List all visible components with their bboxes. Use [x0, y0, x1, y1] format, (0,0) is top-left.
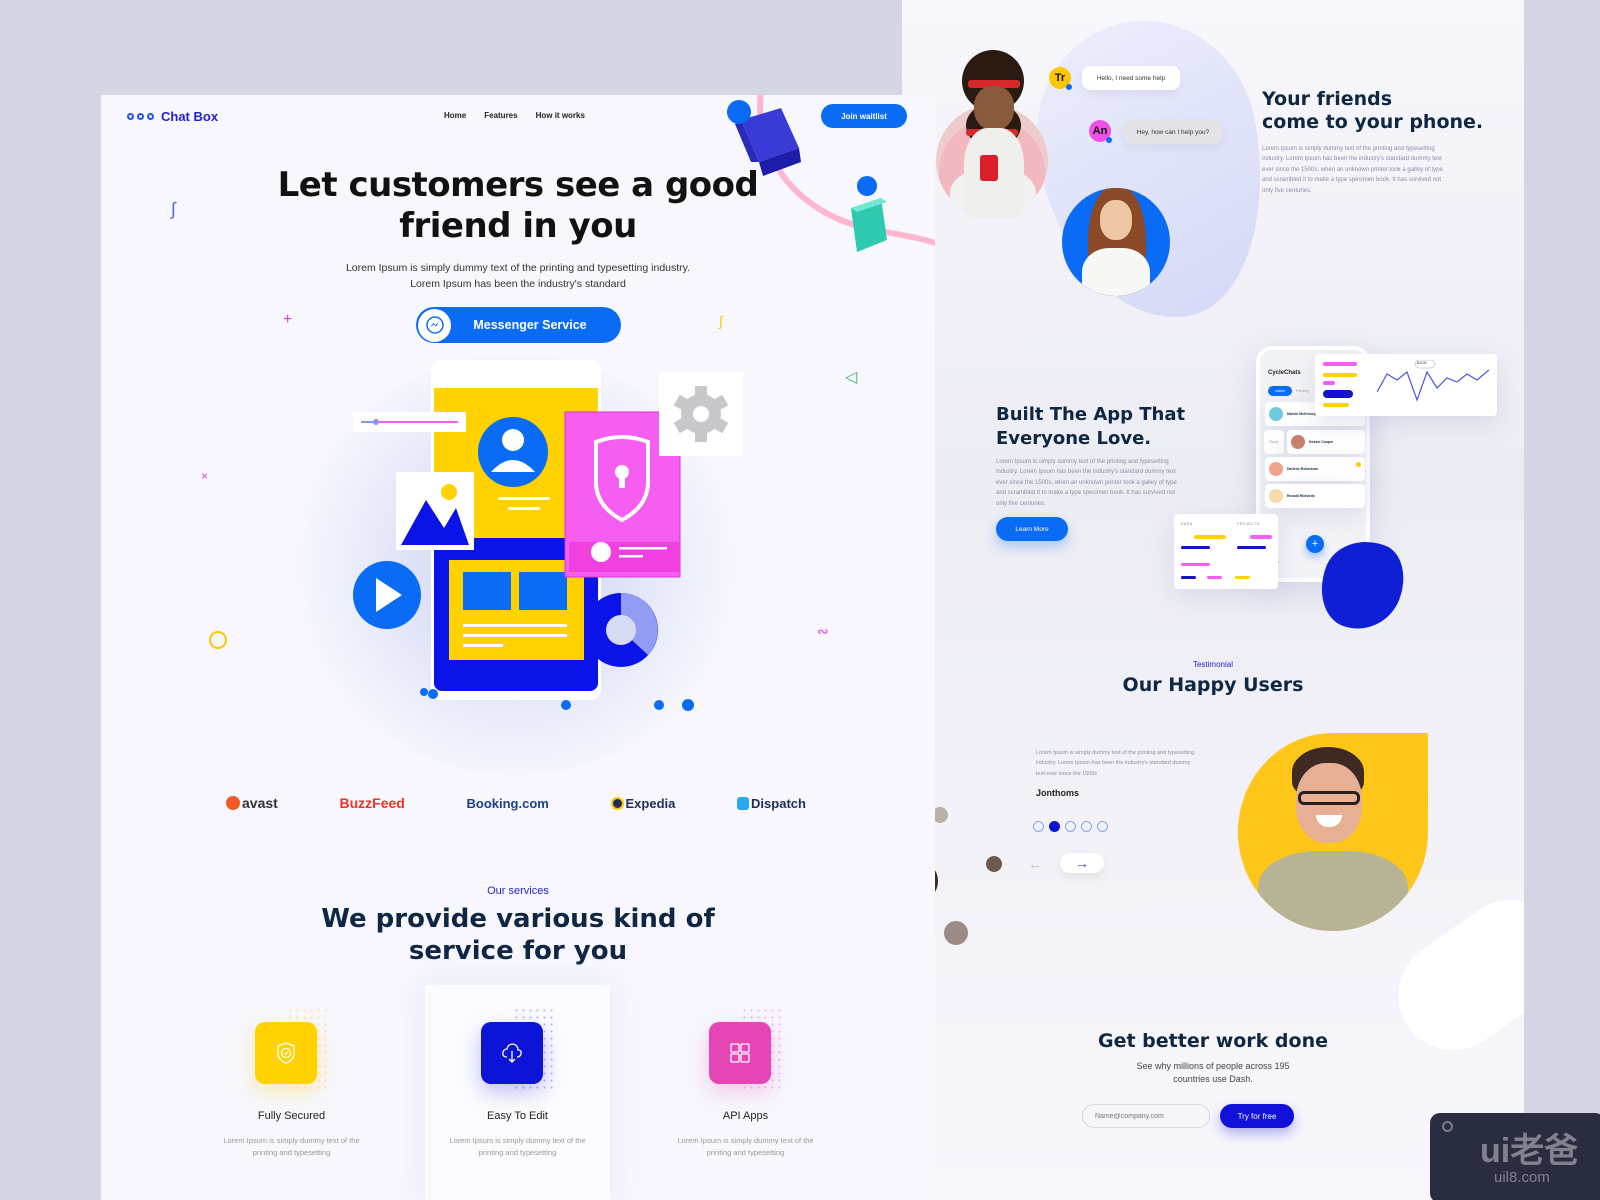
learn-more-button[interactable]: Learn More — [996, 517, 1068, 541]
right-page-preview: Tr Hello, I need some help An Hey, how c… — [902, 0, 1524, 1200]
logo-dot-icon — [137, 113, 144, 120]
add-chat-button[interactable]: + — [1306, 535, 1324, 553]
services-kicker: Our services — [487, 885, 549, 897]
doodle-plus: + — [283, 311, 293, 328]
contact-row[interactable]: Ronald Richards — [1265, 484, 1365, 508]
watermark-badge: ui老爸 uil8.com — [1430, 1113, 1600, 1200]
brand-logos: avast BuzzFeed Booking.com Expedia Dispa… — [226, 795, 806, 811]
hero-subtitle: Lorem Ipsum is simply dummy text of the … — [345, 262, 691, 290]
nav-how-it-works[interactable]: How it works — [536, 111, 585, 120]
logo-dot-icon — [147, 113, 154, 120]
reply-button[interactable]: Reply — [1264, 430, 1284, 454]
testimonial-title: Our Happy Users — [1122, 674, 1304, 696]
watermark-url: uil8.com — [1494, 1169, 1550, 1186]
expedia-icon — [610, 796, 624, 810]
contact-row[interactable]: Dessie Cooper — [1287, 430, 1365, 454]
doodle-circle — [209, 631, 227, 649]
service-card[interactable]: Fully Secured Lorem Ipsum is simply dumm… — [199, 985, 384, 1200]
logo-dot-icon — [127, 113, 134, 120]
service-name: Easy To Edit — [487, 1110, 548, 1122]
join-waitlist-button[interactable]: Join waitlist — [821, 104, 907, 128]
left-page-preview: Chat Box Home Features How it works Join… — [101, 95, 935, 1200]
service-desc: Lorem Ipsum is simply dummy text of the … — [449, 1136, 586, 1157]
service-desc: Lorem Ipsum is simply dummy text of the … — [677, 1136, 814, 1157]
email-input[interactable] — [1082, 1104, 1210, 1128]
prev-arrow-button[interactable]: ← — [1028, 856, 1042, 872]
twitter-icon[interactable] — [1049, 821, 1060, 832]
tab-active[interactable]: Active — [1268, 386, 1292, 396]
logo[interactable]: Chat Box — [127, 109, 218, 124]
doodle-triangle: ◁ — [845, 369, 858, 386]
friends-body: Lorem Ipsum is simply dummy text of the … — [1262, 146, 1443, 194]
doodle-squiggle: ∫ — [719, 313, 723, 329]
nav-features[interactable]: Features — [484, 111, 517, 120]
testimonial-author: Jonthoms — [1036, 788, 1080, 798]
contact-avatar — [1269, 462, 1283, 476]
chat-bubble: Hey, how can I help you? — [1124, 120, 1222, 144]
tab-pending[interactable]: Pending — [1296, 386, 1309, 396]
cloud-download-icon — [481, 1022, 543, 1084]
user-photo-smiling-woman — [1062, 188, 1170, 296]
service-desc: Lorem Ipsum is simply dummy text of the … — [223, 1136, 360, 1157]
service-name: API Apps — [722, 1110, 769, 1122]
service-card[interactable]: API Apps Lorem Ipsum is simply dummy tex… — [653, 985, 838, 1200]
brand-dispatch: Dispatch — [737, 796, 806, 811]
shield-check-icon — [255, 1022, 317, 1084]
cta-title: Get better work done — [1098, 1030, 1328, 1052]
doodle-squiggle: ∫ — [171, 199, 176, 219]
instagram-icon[interactable] — [1097, 821, 1108, 832]
avast-icon — [226, 796, 240, 810]
user-avatar[interactable] — [986, 856, 1002, 872]
cta-subtitle: See why millions of people across 195 co… — [1136, 1061, 1290, 1084]
unread-badge — [1356, 462, 1361, 467]
dribbble-icon[interactable] — [1081, 821, 1092, 832]
messenger-icon — [418, 308, 451, 342]
phone-app-name: CycleChats — [1268, 370, 1301, 376]
contact-avatar — [1269, 489, 1283, 503]
contact-avatar — [1291, 435, 1305, 449]
doodle-squiggle: ∾ — [817, 623, 829, 639]
avatar-initials: An — [1089, 120, 1112, 143]
decorative-blob — [1017, 3, 1287, 337]
chart-tooltip: $1126 — [1417, 361, 1427, 365]
services-title: We provide various kind of service for y… — [321, 904, 715, 966]
doodle-x: × — [201, 469, 209, 483]
dispatch-icon — [737, 796, 750, 810]
brand-buzzfeed: BuzzFeed — [339, 795, 405, 811]
featured-user-photo — [1238, 733, 1428, 931]
main-nav: Home Features How it works — [444, 111, 585, 120]
hero-title: Let customers see a good friend in you — [277, 165, 759, 246]
next-arrow-button[interactable]: → — [1060, 853, 1104, 873]
face — [974, 86, 1014, 130]
grid-icon — [709, 1022, 771, 1084]
user-avatar[interactable] — [944, 921, 968, 945]
analytics-card: $1126 — [1315, 354, 1497, 416]
brand-booking: Booking.com — [466, 795, 549, 811]
app-body: Lorem Ipsum is simply dummy text of the … — [996, 459, 1177, 507]
friends-title: Your friends come to your phone. — [1262, 88, 1484, 133]
phone-in-hand — [980, 155, 998, 181]
brand-expedia: Expedia — [610, 796, 675, 811]
app-title: Built The App That Everyone Love. — [996, 404, 1186, 449]
testimonial-quote: Lorem Ipsum is simply dummy text of the … — [1036, 750, 1195, 777]
chat-bubble: Hello, I need some help — [1082, 66, 1180, 90]
social-links — [1033, 821, 1113, 832]
watermark-brand: ui老爸 — [1480, 1132, 1579, 1170]
contact-row[interactable]: Darlene Robertson — [1265, 457, 1365, 481]
stats-card: EARN PROJECTS — [1174, 514, 1278, 589]
hero-illustration — [353, 360, 743, 711]
avatar-initials: Tr — [1049, 67, 1072, 90]
facebook-icon[interactable] — [1033, 821, 1044, 832]
nav-home[interactable]: Home — [444, 111, 466, 120]
service-card[interactable]: Easy To Edit Lorem Ipsum is simply dummy… — [425, 985, 610, 1200]
testimonial-kicker: Testimonial — [1192, 660, 1233, 669]
messenger-service-button[interactable]: Messenger Service — [416, 307, 621, 343]
brand-avast: avast — [226, 795, 278, 811]
contact-avatar — [1269, 407, 1283, 421]
link-icon[interactable] — [1065, 821, 1076, 832]
line-chart — [1377, 360, 1489, 402]
service-name: Fully Secured — [257, 1110, 326, 1122]
hole-icon — [1442, 1121, 1453, 1132]
try-for-free-button[interactable]: Try for free — [1220, 1104, 1294, 1128]
